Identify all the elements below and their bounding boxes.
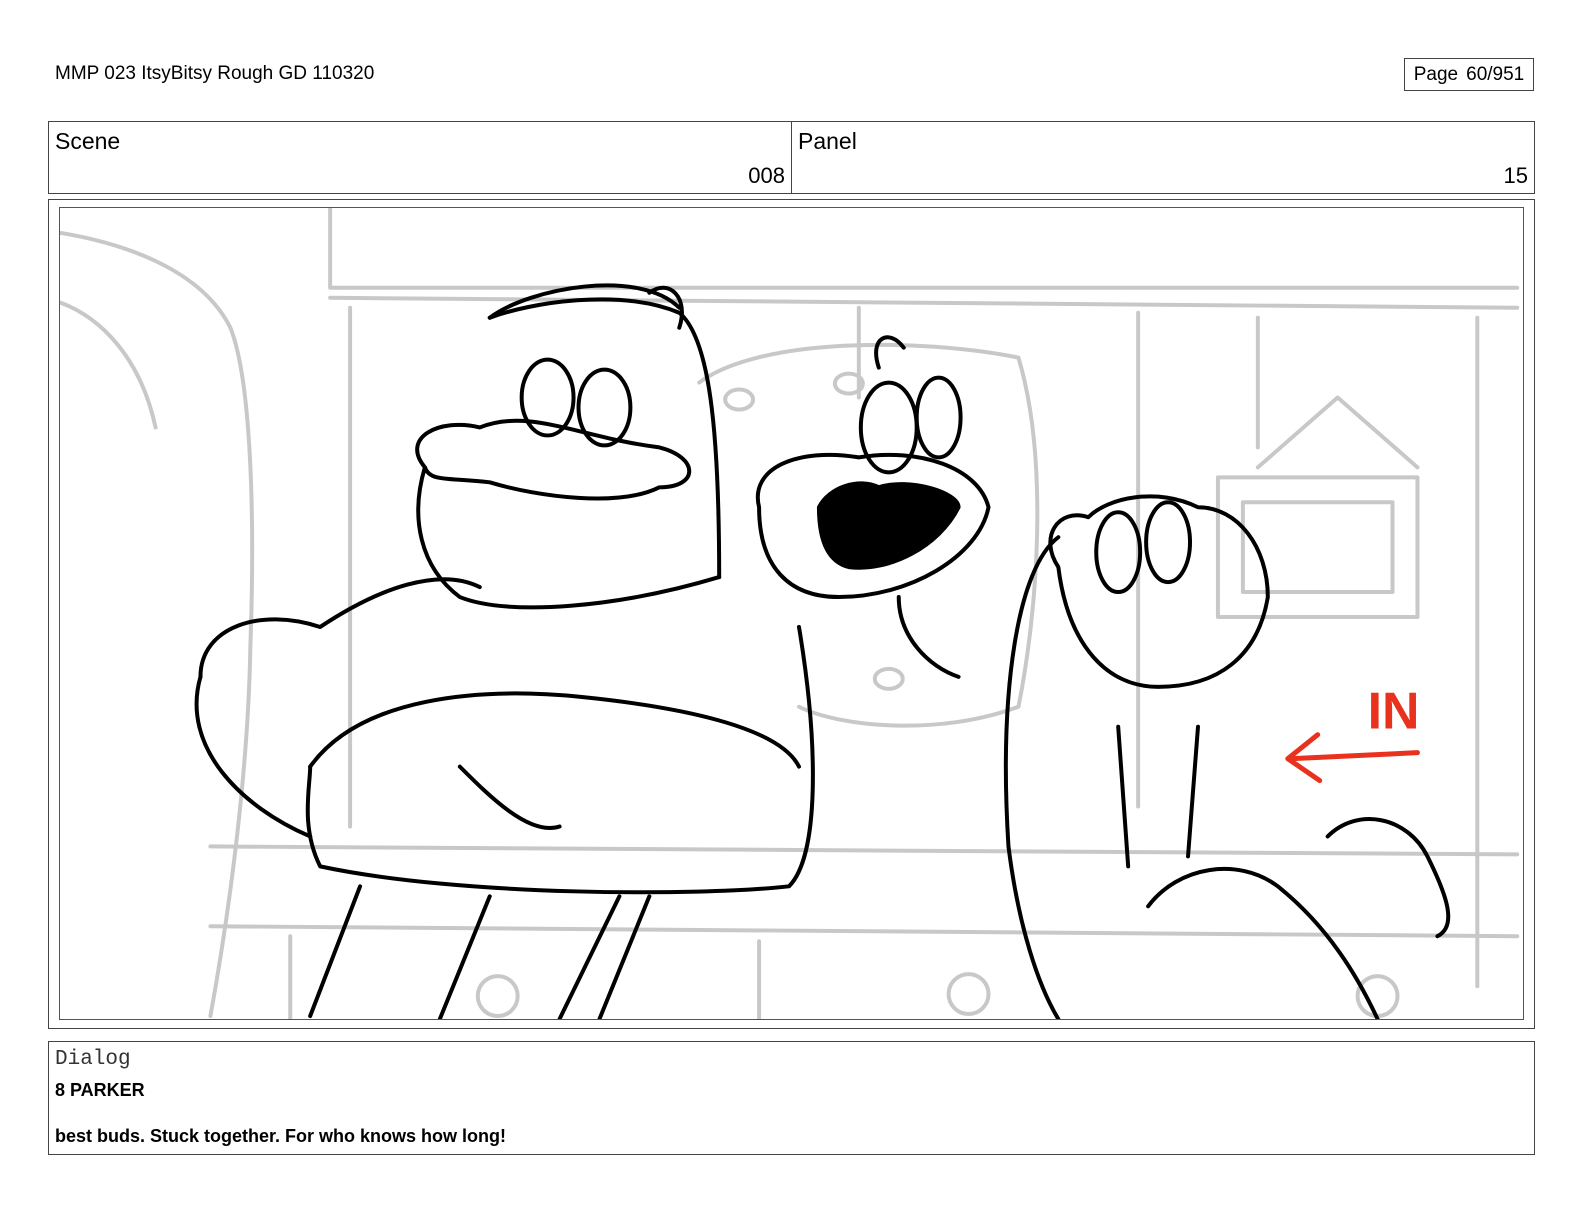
document-title: MMP 023 ItsyBitsy Rough GD 110320	[55, 63, 375, 84]
dialog-label: Dialog	[55, 1048, 131, 1071]
right-character-sketch	[1003, 494, 1451, 1019]
panel-label: Panel	[798, 128, 857, 154]
storyboard-sketch: IN	[60, 208, 1520, 1019]
left-character-sketch	[194, 283, 815, 1019]
annotation-in-text: IN	[1368, 682, 1420, 740]
panel-value: 15	[1503, 163, 1528, 188]
storyboard-safe-area: IN	[59, 207, 1524, 1020]
page-indicator: Page 60/951	[1404, 58, 1534, 91]
background-sketch	[60, 208, 1520, 1019]
scene-panel-info: Scene 008 Panel 15	[48, 121, 1535, 194]
panel-cell: Panel 15	[791, 122, 1534, 193]
page-number: 60/951	[1466, 63, 1525, 85]
scene-label: Scene	[55, 128, 121, 154]
scene-value: 008	[748, 163, 785, 188]
middle-character-sketch	[755, 335, 991, 679]
dialog-line: best buds. Stuck together. For who knows…	[55, 1126, 507, 1146]
red-annotation	[1285, 732, 1420, 784]
page-label: Page	[1413, 63, 1459, 85]
dialog-speaker: 8 PARKER	[55, 1080, 145, 1100]
scene-cell: Scene 008	[49, 122, 791, 193]
storyboard-panel-frame: IN	[48, 199, 1535, 1029]
dialog-box: Dialog 8 PARKER best buds. Stuck togethe…	[48, 1041, 1535, 1155]
